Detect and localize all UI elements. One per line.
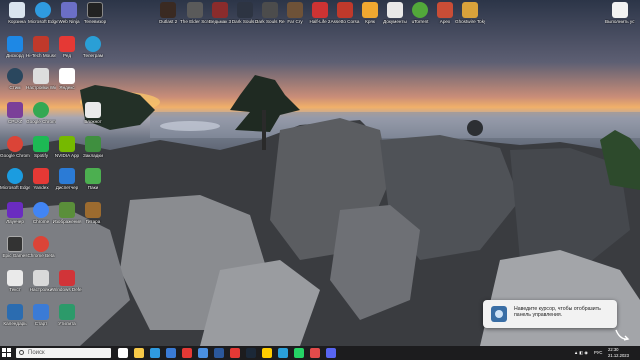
desktop-icon-document[interactable]: Блокнот [78, 102, 108, 134]
gear-icon [33, 68, 49, 84]
desktop-icon-tv[interactable]: Телевизор [80, 2, 110, 34]
chrome-icon [33, 202, 49, 218]
app-icon [7, 102, 23, 118]
app-icon [59, 304, 75, 320]
app-icon [85, 168, 101, 184]
taskbar-app-whatsapp[interactable] [294, 348, 304, 358]
app-icon [7, 304, 23, 320]
app-icon [362, 2, 378, 18]
game-icon [462, 2, 478, 18]
desktop-icon-app[interactable]: Паки [78, 168, 108, 200]
edge-icon [7, 168, 23, 184]
app-icon [61, 2, 77, 18]
game-icon [160, 2, 176, 18]
game-icon [187, 2, 203, 18]
control-panel-icon [491, 306, 507, 322]
game-icon [262, 2, 278, 18]
language-indicator[interactable]: РУС [594, 350, 602, 355]
steam-icon [85, 36, 101, 52]
desktop-icon-app[interactable]: Гитара [78, 202, 108, 234]
chrome-icon [7, 136, 23, 152]
taskbar-app-discord[interactable] [326, 348, 336, 358]
desktop-icon-chrome[interactable]: Google Chrome [26, 102, 56, 134]
desktop-icon-app[interactable]: Утилита [52, 304, 82, 336]
app-icon [59, 270, 75, 286]
app-icon [85, 136, 101, 152]
taskbar-app-store[interactable] [166, 348, 176, 358]
app-icon [59, 168, 75, 184]
app-icon [59, 36, 75, 52]
app-icon [33, 36, 49, 52]
document-icon [7, 270, 23, 286]
taskbar-app-photos[interactable] [310, 348, 320, 358]
app-icon [33, 270, 49, 286]
taskbar-app-steam[interactable] [246, 348, 256, 358]
notification-toast[interactable]: Наведите курсор, чтобы отобразить панель… [483, 300, 617, 328]
taskbar-app-telegram[interactable] [278, 348, 288, 358]
desktop-icon-app[interactable]: Windows Defender [52, 270, 82, 302]
search-placeholder: Поиск [28, 350, 45, 356]
desktop-icon-document-right[interactable]: Выполнить установку [605, 2, 635, 34]
torrent-icon [412, 2, 428, 18]
taskbar-app-mail[interactable] [198, 348, 208, 358]
yandex-icon [59, 68, 75, 84]
taskbar-search[interactable]: Поиск [16, 348, 111, 358]
search-icon [19, 350, 24, 355]
desktop-icon-app[interactable]: Закладки [78, 136, 108, 168]
tv-icon [87, 2, 103, 18]
app-icon [85, 202, 101, 218]
desktop-icon-steam[interactable]: Телеграм [78, 36, 108, 68]
taskbar: Поиск ▲ ◧ ◉ РУС 22:30 21.12.2023 [0, 346, 640, 360]
document-icon [612, 2, 628, 18]
nvidia-icon [59, 136, 75, 152]
recycle-bin-icon [9, 2, 25, 18]
clock-time[interactable]: 22:30 [608, 347, 618, 352]
hint-arrow-icon [615, 329, 630, 341]
chrome-icon [33, 102, 49, 118]
desktop-icon-yandex[interactable]: Яндекс [52, 68, 82, 100]
game-icon [312, 2, 328, 18]
taskbar-app-word[interactable] [214, 348, 224, 358]
game-icon [7, 236, 23, 252]
image-icon [59, 202, 75, 218]
desktop-icon-game[interactable]: Ghostwire Tokyo [455, 2, 485, 34]
notification-text: Наведите курсор, чтобы отобразить панель… [514, 306, 601, 318]
game-icon [437, 2, 453, 18]
document-icon [85, 102, 101, 118]
taskbar-app-yandex[interactable] [262, 348, 272, 358]
app-icon [7, 202, 23, 218]
clock-date[interactable]: 21.12.2023 [608, 353, 629, 358]
game-icon [287, 2, 303, 18]
tray-icons[interactable]: ▲ ◧ ◉ [574, 350, 588, 355]
taskbar-app-task-view[interactable] [118, 348, 128, 358]
taskbar-app-edge[interactable] [150, 348, 160, 358]
taskbar-app-explorer[interactable] [134, 348, 144, 358]
game-icon [337, 2, 353, 18]
taskbar-app-chrome[interactable] [182, 348, 192, 358]
app-icon [33, 136, 49, 152]
taskbar-app-opera[interactable] [230, 348, 240, 358]
system-tray: ▲ ◧ ◉ РУС 22:30 21.12.2023 [570, 346, 640, 360]
steam-icon [7, 68, 23, 84]
app-icon [33, 304, 49, 320]
app-icon [33, 168, 49, 184]
desktop-icon-chrome[interactable]: Chrome Beta [26, 236, 56, 268]
start-button[interactable] [2, 348, 12, 358]
game-icon [237, 2, 253, 18]
edge-icon [35, 2, 51, 18]
app-icon [7, 36, 23, 52]
game-icon [212, 2, 228, 18]
chrome-icon [33, 236, 49, 252]
desktop-icon-game[interactable]: Outlast 2 [153, 2, 183, 34]
document-icon [387, 2, 403, 18]
